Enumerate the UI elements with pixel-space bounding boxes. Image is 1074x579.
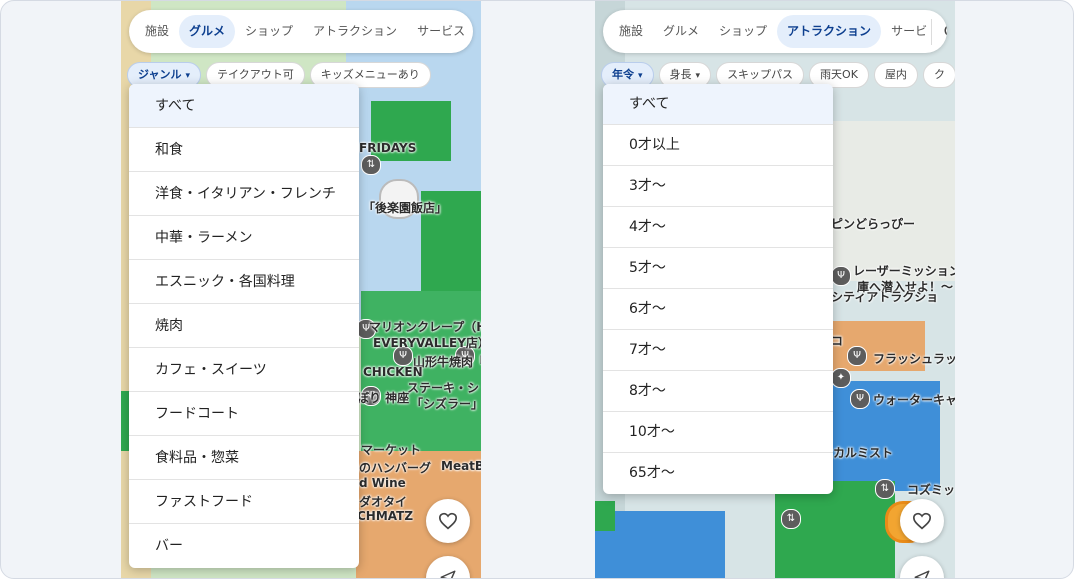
- genre-option[interactable]: バー: [129, 524, 359, 568]
- chip-label: テイクアウト可: [216, 68, 294, 81]
- navigate-icon: [440, 570, 456, 578]
- map-label[interactable]: ぼり 神座: [357, 389, 409, 406]
- restaurant-pin-icon[interactable]: Ψ: [850, 389, 870, 409]
- map-label[interactable]: CHMATZ: [357, 509, 413, 523]
- age-option[interactable]: 4才〜: [603, 207, 833, 248]
- category-tab-bar: 施設 グルメ ショップ アトラクション サービス: [129, 10, 473, 53]
- age-option-all[interactable]: すべて: [603, 84, 833, 125]
- map-label[interactable]: MeatB: [441, 459, 481, 473]
- map-label[interactable]: 山形牛焼肉「: [413, 353, 481, 370]
- map-label[interactable]: 「シズラー」: [411, 395, 481, 412]
- map-label[interactable]: フラッシュラッ: [873, 350, 955, 367]
- tab-attraction[interactable]: アトラクション: [303, 15, 407, 48]
- filter-chip-more[interactable]: ク: [922, 62, 955, 88]
- map-label[interactable]: ウォーターキャ: [873, 391, 955, 408]
- phone-screen-attraction: Ψ Ψ ✦ Ψ ⇅ ⇅ ピンどらっぴー レーザーミッション 庫へ潜入せよ！〜 シ…: [595, 1, 955, 578]
- age-option[interactable]: 0才以上: [603, 125, 833, 166]
- age-option[interactable]: 65才〜: [603, 453, 833, 494]
- genre-option[interactable]: 食料品・惣菜: [129, 436, 359, 480]
- chip-label: 年令: [612, 68, 634, 81]
- tab-gourmet[interactable]: グルメ: [653, 15, 709, 48]
- map-label[interactable]: シティアトラクショ: [831, 288, 938, 305]
- chip-label: 屋内: [884, 68, 907, 81]
- genre-option[interactable]: エスニック・各国料理: [129, 260, 359, 304]
- tab-facilities[interactable]: 施設: [135, 15, 179, 48]
- restaurant-pin-icon[interactable]: Ψ: [831, 266, 851, 286]
- map-label[interactable]: レーザーミッション: [853, 262, 955, 279]
- genre-option[interactable]: ファストフード: [129, 480, 359, 524]
- age-option[interactable]: 3才〜: [603, 166, 833, 207]
- age-dropdown: すべて 0才以上 3才〜 4才〜 5才〜 6才〜 7才〜 8才〜 10才〜 65…: [603, 84, 833, 494]
- map-label[interactable]: ステーキ・シ: [407, 379, 479, 396]
- category-tab-bar: 施設 グルメ ショップ アトラクション サービ: [603, 10, 947, 53]
- map-label[interactable]: マーケット: [361, 441, 421, 458]
- age-option[interactable]: 5才〜: [603, 248, 833, 289]
- map-label[interactable]: d Wine: [359, 476, 406, 490]
- chip-label: スキップパス: [727, 68, 794, 81]
- genre-dropdown: すべて 和食 洋食・イタリアン・フレンチ 中華・ラーメン エスニック・各国料理 …: [129, 84, 359, 568]
- heart-icon: [438, 512, 458, 530]
- restaurant-pin-icon[interactable]: Ψ: [847, 346, 867, 366]
- map-label[interactable]: マリオンクレープ（H: [369, 318, 481, 335]
- age-option[interactable]: 7才〜: [603, 330, 833, 371]
- map-label[interactable]: コズミッ: [907, 481, 955, 498]
- elevator-icon[interactable]: ⇅: [875, 479, 895, 499]
- chip-label: 身長: [669, 68, 692, 81]
- age-option[interactable]: 6才〜: [603, 289, 833, 330]
- phone-screen-gourmet: ⇅ Ψ Ψ Ψ Ψ FRIDAYS 「後楽園飯店」 マリオンクレープ（H EVE…: [121, 1, 481, 578]
- navigate-icon: [914, 570, 930, 578]
- chip-label: ジャンル: [138, 68, 182, 81]
- screenshot-canvas: ⇅ Ψ Ψ Ψ Ψ FRIDAYS 「後楽園飯店」 マリオンクレープ（H EVE…: [0, 0, 1074, 579]
- genre-option[interactable]: フードコート: [129, 392, 359, 436]
- tab-service[interactable]: サービス: [407, 15, 473, 48]
- chip-label: キッズメニューあり: [320, 68, 420, 81]
- favorite-button[interactable]: [426, 499, 470, 543]
- map-label[interactable]: EVERYVALLEY店）: [373, 334, 481, 351]
- genre-option[interactable]: 和食: [129, 128, 359, 172]
- tab-gourmet[interactable]: グルメ: [179, 15, 236, 48]
- elevator-icon[interactable]: ⇅: [361, 155, 381, 175]
- map-label[interactable]: ダオタイ: [359, 493, 407, 510]
- tab-shop[interactable]: ショップ: [235, 15, 303, 48]
- genre-option-all[interactable]: すべて: [129, 84, 359, 128]
- tab-attraction[interactable]: アトラクション: [777, 15, 882, 48]
- map-label[interactable]: FRIDAYS: [359, 141, 416, 155]
- genre-option[interactable]: 焼肉: [129, 304, 359, 348]
- map-label[interactable]: カルミスト: [833, 444, 893, 461]
- chip-label: ク: [933, 68, 945, 81]
- map-label[interactable]: CHICKEN: [363, 365, 423, 379]
- genre-option[interactable]: カフェ・スイーツ: [129, 348, 359, 392]
- age-option[interactable]: 8才〜: [603, 371, 833, 412]
- heart-icon: [912, 512, 932, 530]
- map-label[interactable]: 「後楽園飯店」: [363, 199, 447, 216]
- attraction-pin-icon[interactable]: ✦: [831, 368, 851, 388]
- age-option[interactable]: 10才〜: [603, 412, 833, 453]
- indoor-filter-chip[interactable]: 屋内: [873, 62, 918, 88]
- genre-option[interactable]: 洋食・イタリアン・フレンチ: [129, 172, 359, 216]
- elevator-icon[interactable]: ⇅: [781, 509, 801, 529]
- tab-facilities[interactable]: 施設: [609, 15, 653, 48]
- map-label[interactable]: のハンバーグ: [359, 459, 431, 476]
- chip-label: 雨天OK: [820, 68, 858, 81]
- tab-service[interactable]: サービ: [881, 15, 929, 48]
- map-label[interactable]: ピンどらっぴー: [831, 215, 915, 232]
- tab-shop[interactable]: ショップ: [709, 15, 777, 48]
- genre-option[interactable]: 中華・ラーメン: [129, 216, 359, 260]
- favorite-button[interactable]: [900, 499, 944, 543]
